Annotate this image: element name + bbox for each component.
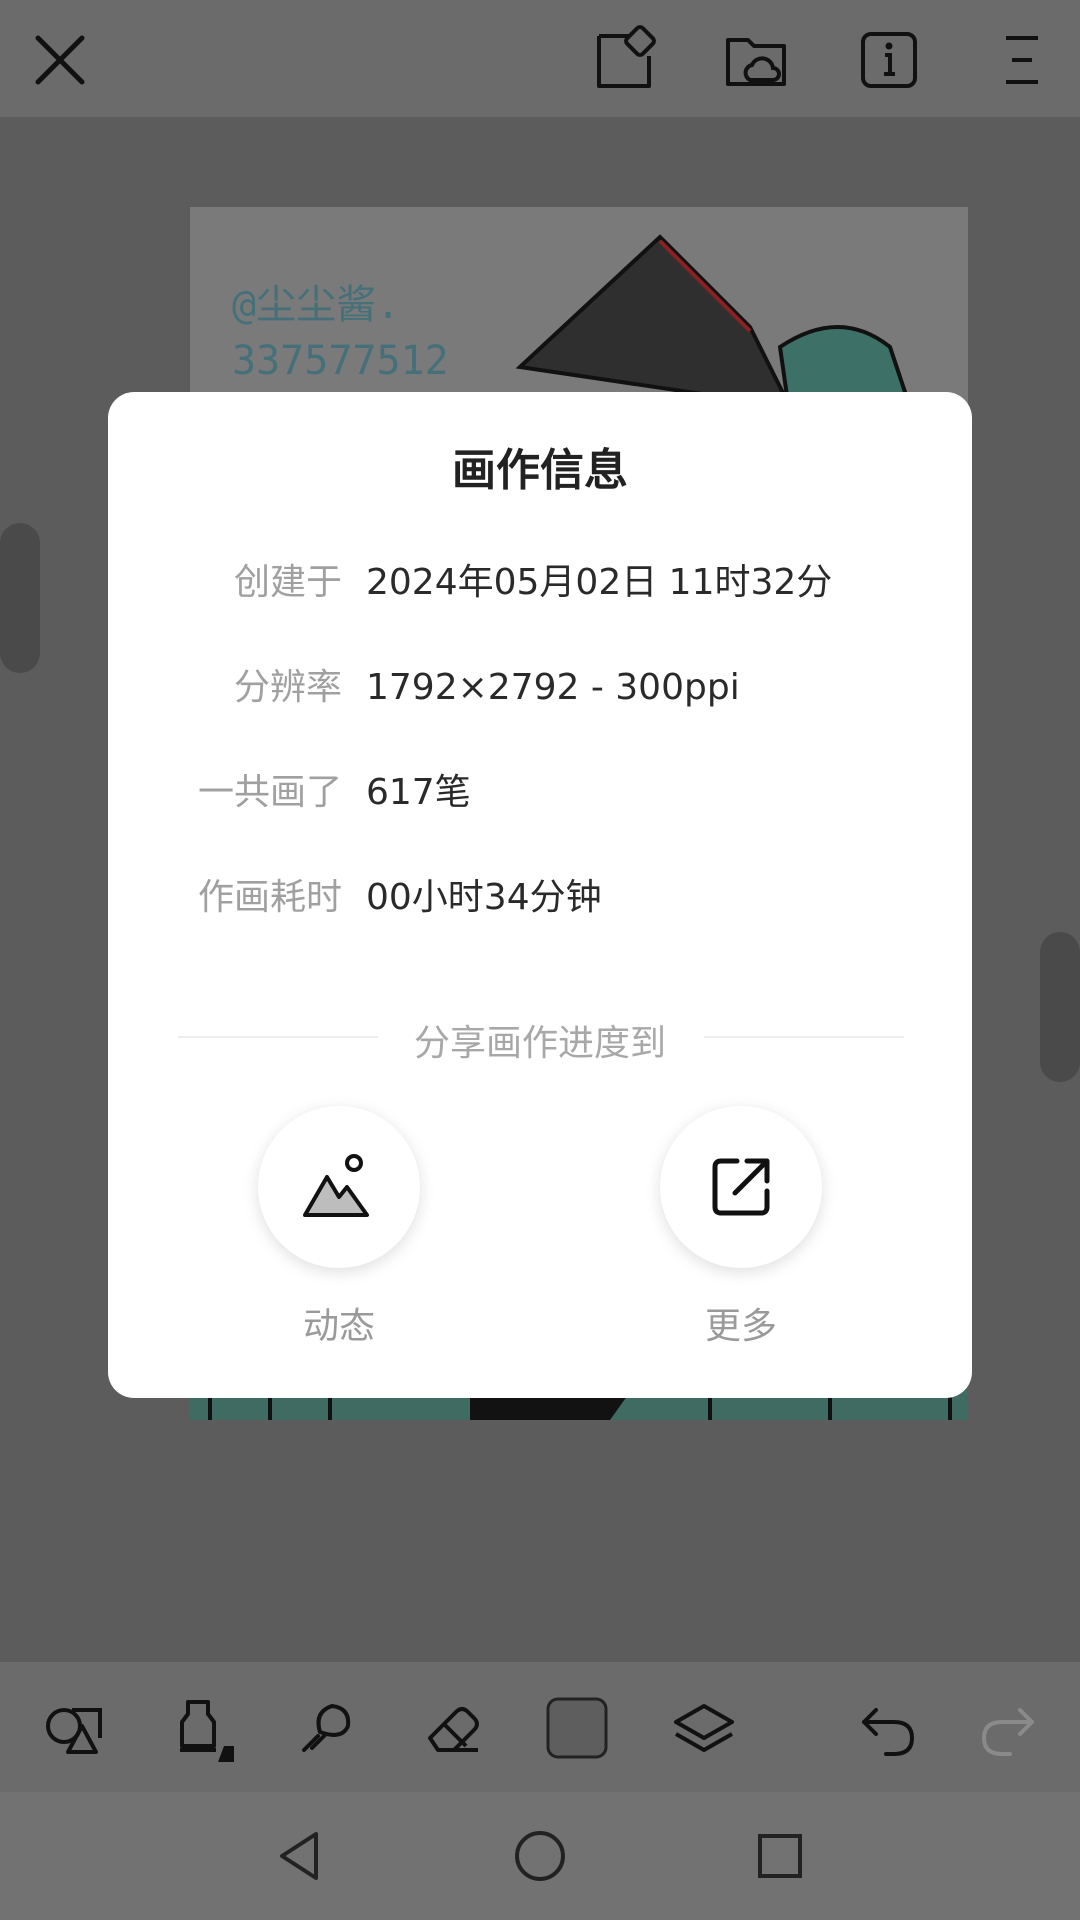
external-share-icon [712, 1158, 770, 1216]
close-icon[interactable] [24, 24, 96, 96]
back-icon[interactable] [268, 1824, 332, 1888]
menu-icon[interactable] [986, 24, 1058, 96]
color-swatch-icon[interactable] [541, 1692, 613, 1764]
cloud-folder-icon[interactable] [720, 24, 792, 96]
home-icon[interactable] [508, 1824, 572, 1888]
share-moments-label: 动态 [302, 1306, 375, 1347]
info-label: 分辨率 [233, 667, 342, 708]
share-moments-button[interactable] [258, 1106, 420, 1268]
left-slider-handle[interactable] [0, 523, 40, 673]
layers-icon[interactable] [668, 1692, 740, 1764]
system-nav-bar [0, 1792, 1080, 1920]
bottom-toolbar [0, 1662, 1080, 1792]
share-section-label: 分享画作进度到 [413, 1023, 666, 1064]
share-more-label: 更多 [704, 1306, 777, 1347]
info-value: 2024年05月02日 11时32分 [366, 562, 833, 603]
recents-icon[interactable] [748, 1824, 812, 1888]
top-toolbar [0, 0, 1080, 117]
right-slider-handle[interactable] [1040, 932, 1080, 1082]
info-row-duration: 作画耗时 00小时34分钟 [108, 868, 972, 928]
info-row-strokes: 一共画了 617笔 [108, 763, 972, 823]
info-value: 617笔 [366, 772, 471, 813]
shapes-icon[interactable] [38, 1692, 110, 1764]
info-value: 1792×2792 - 300ppi [366, 667, 740, 708]
info-row-resolution: 分辨率 1792×2792 - 300ppi [108, 658, 972, 718]
info-icon[interactable] [853, 24, 925, 96]
info-label: 作画耗时 [197, 877, 342, 918]
brush-icon[interactable] [164, 1692, 236, 1764]
redo-icon[interactable] [972, 1692, 1044, 1764]
info-label: 创建于 [233, 562, 342, 603]
info-label: 一共画了 [197, 772, 342, 813]
share-more-button[interactable] [660, 1106, 822, 1268]
eraser-icon[interactable] [416, 1692, 488, 1764]
mountain-image-icon [303, 1154, 369, 1217]
undo-icon[interactable] [852, 1692, 924, 1764]
canvas-icon[interactable] [589, 24, 661, 96]
info-row-created [108, 946, 972, 1006]
smudge-icon[interactable] [290, 1692, 362, 1764]
info-row-created: 创建于 2024年05月02日 11时32分 [108, 553, 972, 613]
dialog-title: 画作信息 [452, 445, 628, 496]
info-value: 00小时34分钟 [366, 877, 602, 918]
artwork-info-dialog: 画作信息 创建于 2024年05月02日 11时32分 分辨率 1792×279… [108, 392, 972, 1398]
